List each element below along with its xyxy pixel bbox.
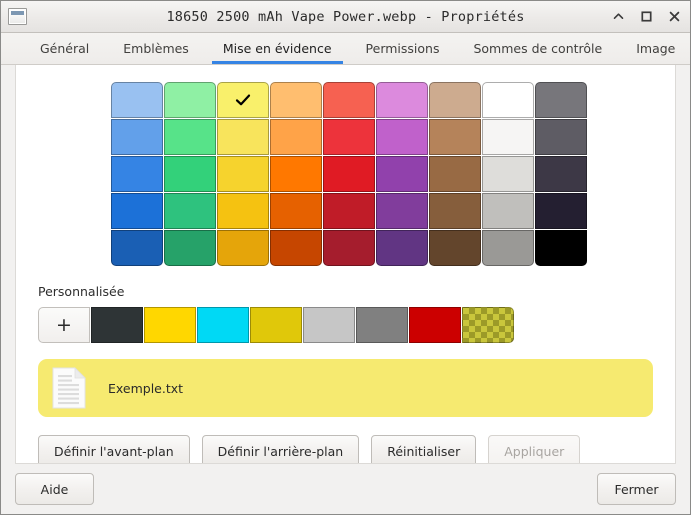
title-bar: 18650 2500 mAh Vape Power.webp - Proprié… — [1, 1, 690, 33]
custom-swatch[interactable] — [409, 307, 461, 343]
highlight-preview: Exemple.txt — [38, 359, 653, 417]
tab-g-n-ral[interactable]: Général — [23, 33, 106, 64]
palette-swatch[interactable] — [428, 119, 481, 155]
palette-swatch[interactable] — [269, 82, 322, 118]
palette-swatch[interactable] — [110, 82, 163, 118]
palette-swatch[interactable] — [375, 156, 428, 192]
tab-bar: Général Emblèmes Mise en évidence Permissio… — [1, 33, 690, 65]
close-x-icon[interactable] — [667, 9, 682, 24]
help-button[interactable]: Aide — [15, 473, 94, 505]
window-title: 18650 2500 mAh Vape Power.webp - Proprié… — [166, 8, 525, 25]
palette-swatch[interactable] — [269, 119, 322, 155]
palette-swatch[interactable] — [375, 119, 428, 155]
dialog-bottom-bar: Aide Fermer — [1, 464, 690, 514]
palette-swatch[interactable] — [322, 82, 375, 118]
custom-swatch[interactable] — [303, 307, 355, 343]
palette-swatch[interactable] — [375, 230, 428, 266]
palette-swatch[interactable] — [110, 193, 163, 229]
palette-swatch[interactable] — [428, 230, 481, 266]
palette-swatch[interactable] — [322, 230, 375, 266]
palette-swatch[interactable] — [269, 193, 322, 229]
palette-swatch[interactable] — [110, 230, 163, 266]
tab-content-highlight: Personnalisée + Exemple.txt Définir l'av… — [15, 65, 676, 464]
custom-section-label: Personnalisée — [38, 284, 125, 299]
close-button[interactable]: Fermer — [597, 473, 676, 505]
chevron-up-icon[interactable] — [611, 9, 626, 24]
palette-swatch[interactable] — [534, 82, 587, 118]
tab-mise-en-vidence[interactable]: Mise en évidence — [206, 33, 349, 64]
palette-swatch[interactable] — [481, 193, 534, 229]
palette-swatch[interactable] — [163, 119, 216, 155]
palette-swatch[interactable] — [481, 230, 534, 266]
palette-swatch[interactable] — [428, 156, 481, 192]
custom-swatch[interactable] — [356, 307, 408, 343]
palette-swatch[interactable] — [481, 156, 534, 192]
tab-sommes-de-contr-le[interactable]: Sommes de contrôle — [456, 33, 619, 64]
palette-swatch[interactable] — [534, 230, 587, 266]
palette-swatch[interactable] — [375, 82, 428, 118]
palette-swatch[interactable] — [534, 119, 587, 155]
check-icon — [218, 83, 268, 117]
window-controls — [611, 9, 682, 24]
properties-window: 18650 2500 mAh Vape Power.webp - Proprié… — [0, 0, 691, 515]
custom-swatch[interactable] — [144, 307, 196, 343]
palette-swatch[interactable] — [163, 156, 216, 192]
palette-swatch[interactable] — [216, 156, 269, 192]
set-foreground-button[interactable]: Définir l'avant-plan — [38, 435, 190, 463]
palette-swatch[interactable] — [163, 82, 216, 118]
palette-swatch[interactable] — [481, 82, 534, 118]
custom-swatch[interactable] — [91, 307, 143, 343]
tab-image[interactable]: Image — [619, 33, 691, 64]
custom-swatch-pattern[interactable] — [462, 307, 514, 343]
palette-swatch[interactable] — [216, 119, 269, 155]
palette-swatch[interactable] — [322, 193, 375, 229]
custom-swatch[interactable] — [250, 307, 302, 343]
tab-embl-mes[interactable]: Emblèmes — [106, 33, 206, 64]
reset-button[interactable]: Réinitialiser — [371, 435, 477, 463]
tab-permissions[interactable]: Permissions — [349, 33, 457, 64]
action-button-row: Définir l'avant-plan Définir l'arrière-pl… — [38, 435, 661, 463]
palette-swatch[interactable] — [428, 82, 481, 118]
palette-swatch[interactable] — [428, 193, 481, 229]
custom-swatch[interactable] — [197, 307, 249, 343]
palette-swatch[interactable] — [322, 156, 375, 192]
window-icon — [8, 8, 27, 25]
palette-swatch[interactable] — [110, 156, 163, 192]
document-icon — [52, 367, 86, 409]
palette-swatch[interactable] — [216, 230, 269, 266]
palette-swatch[interactable] — [110, 119, 163, 155]
set-background-button[interactable]: Définir l'arrière-plan — [201, 435, 360, 463]
palette-swatch[interactable] — [481, 119, 534, 155]
palette-swatch[interactable] — [534, 156, 587, 192]
custom-color-row: + — [38, 307, 661, 343]
palette-swatch[interactable] — [216, 193, 269, 229]
palette-swatch[interactable] — [216, 82, 269, 118]
palette-swatch[interactable] — [269, 230, 322, 266]
preview-filename: Exemple.txt — [108, 380, 184, 396]
palette-swatch[interactable] — [534, 193, 587, 229]
square-icon[interactable] — [639, 9, 654, 24]
palette-swatch[interactable] — [163, 193, 216, 229]
palette-swatch[interactable] — [269, 156, 322, 192]
palette-swatch[interactable] — [322, 119, 375, 155]
apply-button: Appliquer — [488, 435, 581, 463]
add-custom-color-button[interactable]: + — [38, 307, 90, 343]
palette-swatch[interactable] — [163, 230, 216, 266]
color-palette-grid — [110, 82, 587, 266]
palette-swatch[interactable] — [375, 193, 428, 229]
